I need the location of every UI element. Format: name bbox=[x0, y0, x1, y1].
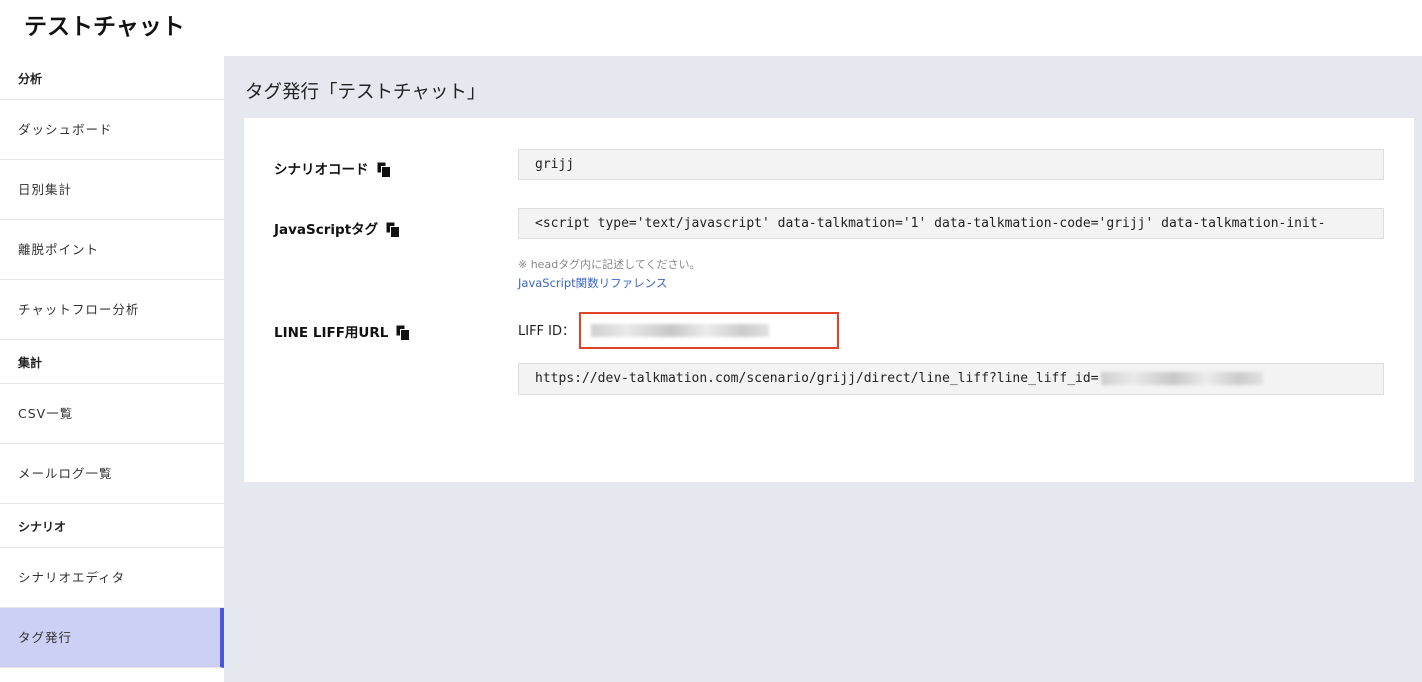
sidebar: 分析 ダッシュボード 日別集計 離脱ポイント チャットフロー分析 集計 CSV一… bbox=[0, 56, 224, 682]
redacted-liff-id-in-url bbox=[1100, 372, 1263, 385]
liff-id-label: LIFF ID： bbox=[518, 324, 576, 339]
js-reference-link[interactable]: JavaScript関数リファレンス bbox=[518, 275, 667, 291]
sidebar-item-daily-summary[interactable]: 日別集計 bbox=[0, 160, 224, 220]
copy-icon[interactable] bbox=[377, 162, 391, 178]
js-tag-row: JavaScriptタグ bbox=[274, 220, 400, 240]
liff-url-field[interactable]: https://dev-talkmation.com/scenario/grij… bbox=[518, 363, 1384, 395]
sidebar-item-exit-points[interactable]: 離脱ポイント bbox=[0, 220, 224, 280]
copy-icon[interactable] bbox=[396, 325, 410, 341]
js-tag-note: ※ headタグ内に記述してください。 bbox=[518, 258, 701, 271]
liff-url-prefix: https://dev-talkmation.com/scenario/grij… bbox=[535, 371, 1099, 386]
scenario-code-row: シナリオコード bbox=[274, 160, 391, 180]
scenario-code-field[interactable]: grijj bbox=[518, 149, 1384, 180]
sidebar-section-scenario: シナリオ bbox=[0, 504, 224, 548]
scenario-code-label: シナリオコード bbox=[274, 162, 369, 178]
js-tag-field[interactable]: <script type='text/javascript' data-talk… bbox=[518, 208, 1384, 239]
sidebar-item-mail-log-list[interactable]: メールログ一覧 bbox=[0, 444, 224, 504]
liff-url-label: LINE LIFF用URL bbox=[274, 325, 389, 341]
js-tag-label: JavaScriptタグ bbox=[274, 222, 379, 238]
app-header: テストチャット bbox=[0, 0, 1422, 56]
sidebar-item-csv-list[interactable]: CSV一覧 bbox=[0, 384, 224, 444]
liff-url-row: LINE LIFF用URL bbox=[274, 323, 410, 343]
sidebar-item-scenario-editor[interactable]: シナリオエディタ bbox=[0, 548, 224, 608]
page-title: タグ発行「テストチャット」 bbox=[245, 82, 486, 103]
liff-id-input[interactable] bbox=[579, 312, 839, 349]
sidebar-section-analysis: 分析 bbox=[0, 56, 224, 100]
sidebar-item-tag-issue[interactable]: タグ発行 bbox=[0, 608, 224, 668]
redacted-liff-id bbox=[591, 324, 769, 337]
app-title: テストチャット bbox=[24, 14, 185, 40]
sidebar-section-aggregate: 集計 bbox=[0, 340, 224, 384]
sidebar-item-chat-flow-analysis[interactable]: チャットフロー分析 bbox=[0, 280, 224, 340]
tag-card: シナリオコード grijj JavaScriptタグ <script type=… bbox=[244, 118, 1414, 482]
copy-icon[interactable] bbox=[386, 222, 400, 238]
sidebar-item-dashboard[interactable]: ダッシュボード bbox=[0, 100, 224, 160]
